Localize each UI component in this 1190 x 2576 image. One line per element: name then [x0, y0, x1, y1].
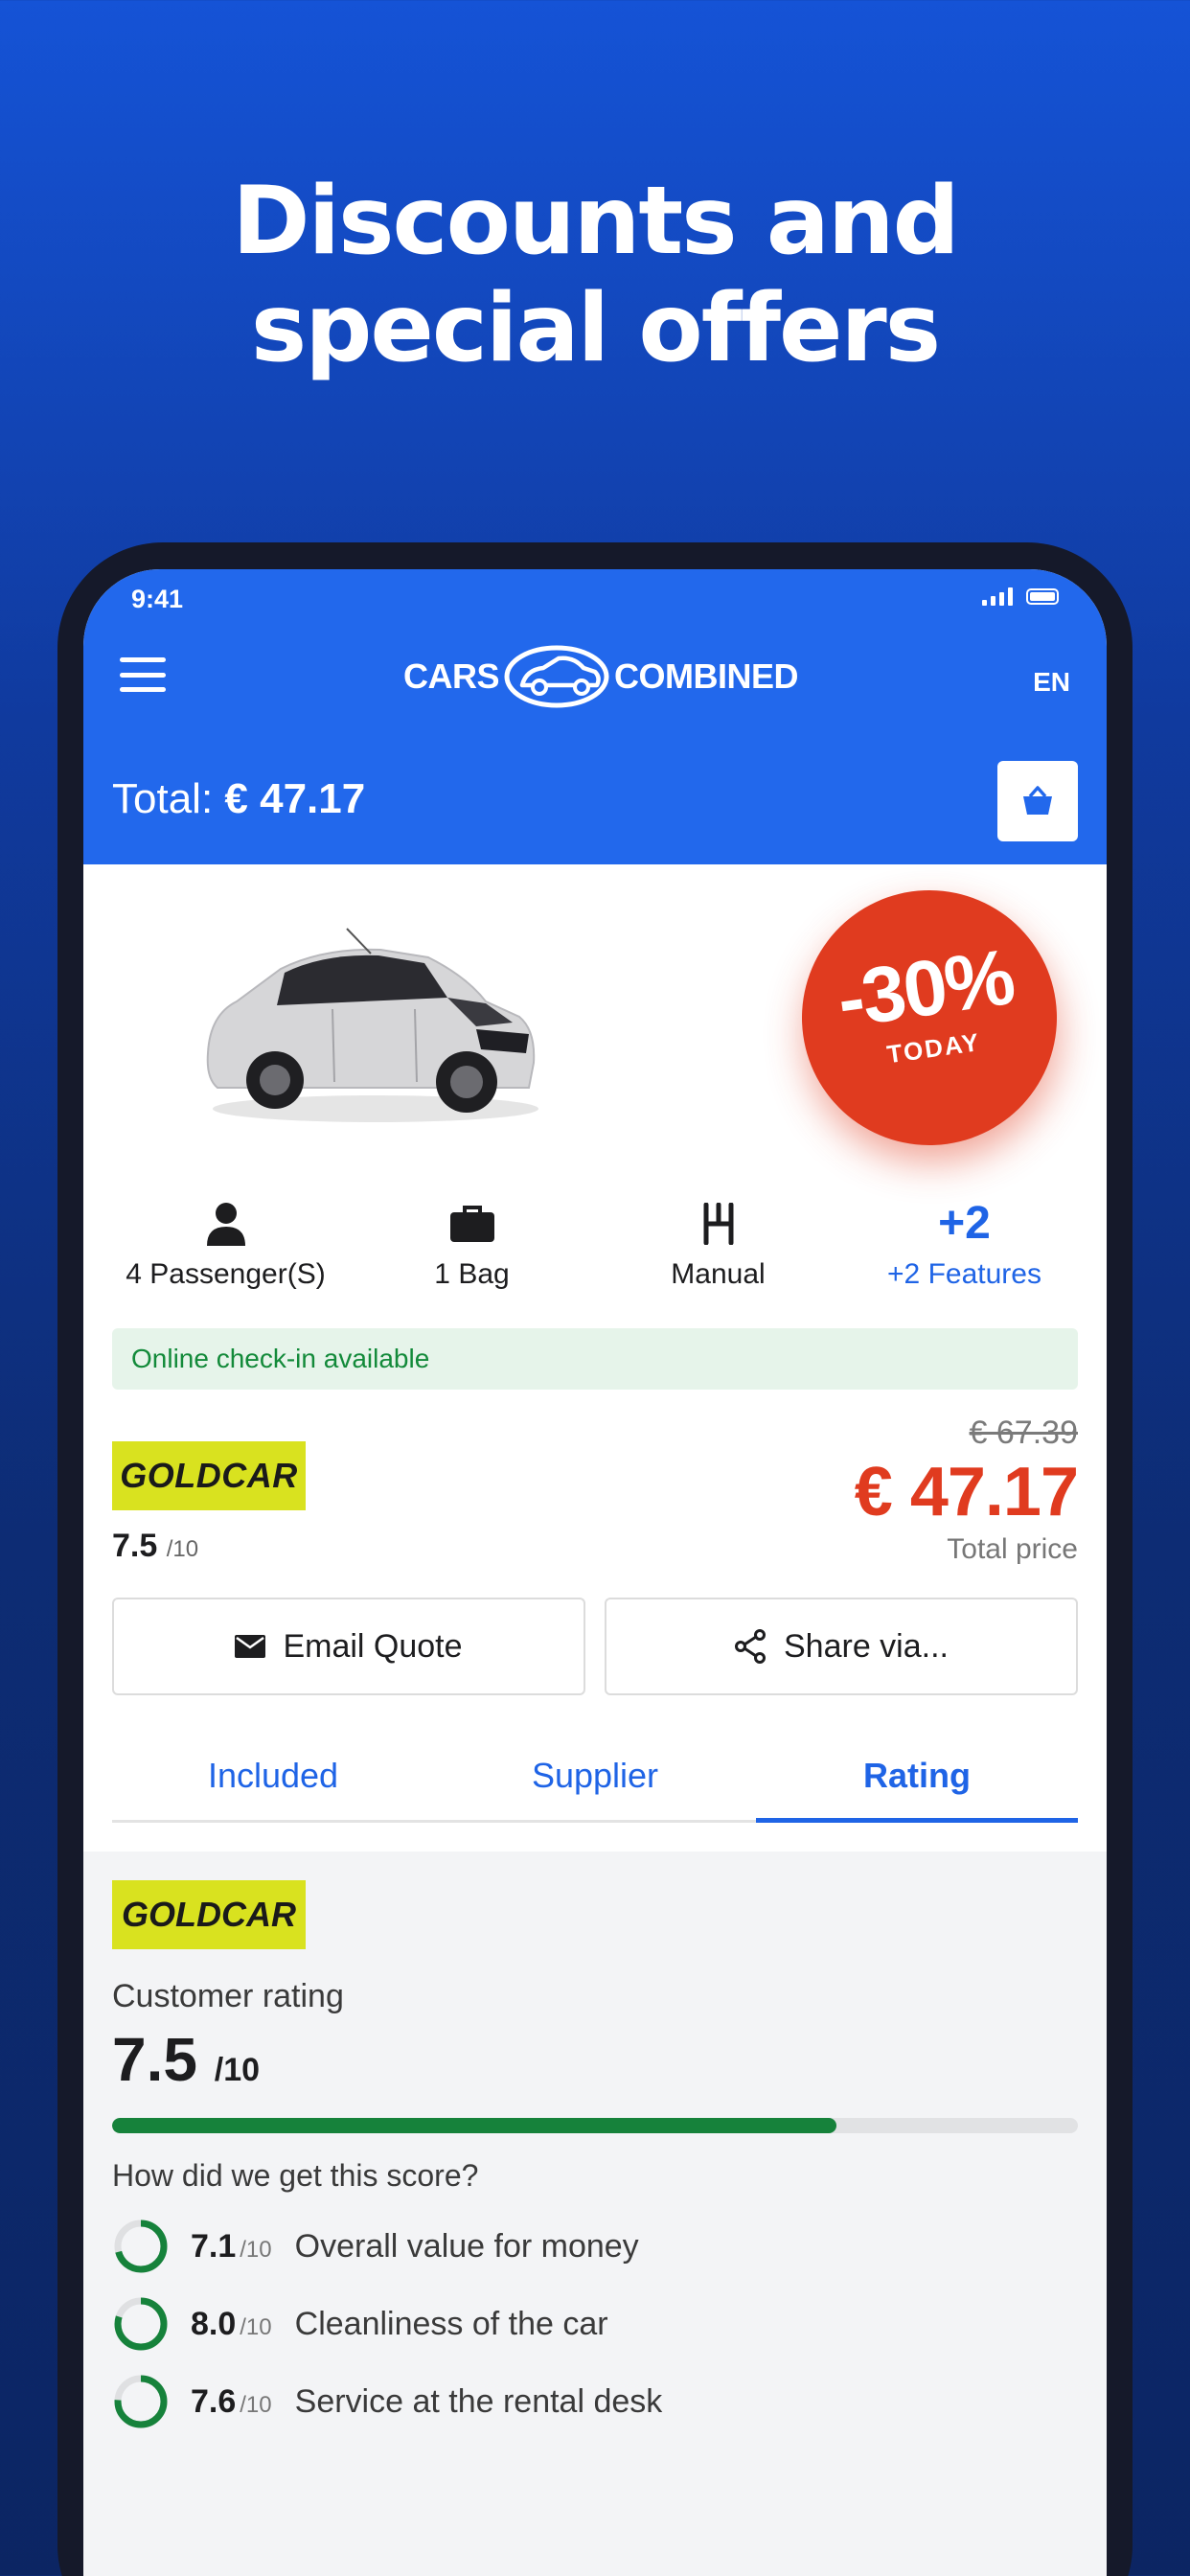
rating-score-max: /10: [214, 2052, 261, 2088]
more-features-count: +2: [938, 1198, 991, 1249]
car-logo-icon: [504, 645, 609, 708]
car-image: [206, 928, 538, 1122]
rating-item: 7.6/10 Service at the rental desk: [112, 2373, 1078, 2430]
rating-item-label: Overall value for money: [294, 2227, 639, 2265]
rating-item-score: 8.0/10: [191, 2305, 272, 2342]
share-label: Share via...: [784, 1627, 949, 1665]
battery-icon: [1026, 587, 1059, 605]
supplier-score: 7.5 /10: [112, 1528, 198, 1565]
share-icon: [735, 1629, 766, 1664]
basket-icon: [1023, 786, 1052, 815]
logo-text-right: COMBINED: [614, 656, 799, 696]
person-icon: [206, 1203, 245, 1246]
car-features: 4 Passenger(S) 1 Bag Manual +2 +2 Featur…: [103, 1197, 1087, 1291]
rating-item: 8.0/10 Cleanliness of the car: [112, 2295, 1078, 2353]
rating-panel: GOLDCAR Customer rating 7.5 /10 How did …: [83, 1852, 1107, 2576]
supplier-logo: GOLDCAR: [112, 1441, 306, 1510]
total-summary: Total: € 47.17: [112, 775, 365, 823]
feature-label: Manual: [671, 1258, 766, 1290]
app-header: 9:41 CARS COMBINED EN Total: € 47.17: [83, 569, 1107, 864]
bag-icon: [449, 1206, 494, 1242]
feature-passengers: 4 Passenger(S): [103, 1197, 349, 1291]
menu-icon[interactable]: [120, 657, 166, 692]
feature-label: 4 Passenger(S): [126, 1258, 326, 1290]
language-selector[interactable]: EN: [1033, 667, 1070, 698]
headline: Discounts and special offers: [0, 168, 1190, 382]
email-quote-button[interactable]: Email Quote: [112, 1598, 585, 1695]
phone-screen: 9:41 CARS COMBINED EN Total: € 47.17 -30…: [83, 569, 1107, 2576]
email-quote-label: Email Quote: [283, 1627, 463, 1665]
gearshift-icon: [703, 1203, 733, 1245]
share-button[interactable]: Share via...: [605, 1598, 1078, 1695]
rating-bar: [112, 2118, 1078, 2133]
feature-more[interactable]: +2 +2 Features: [841, 1197, 1087, 1291]
logo-text-left: CARS: [403, 656, 500, 696]
checkin-notice: Online check-in available: [112, 1328, 1078, 1390]
tab-supplier[interactable]: Supplier: [434, 1746, 756, 1820]
feature-transmission: Manual: [595, 1197, 841, 1291]
status-icons: [982, 586, 1059, 606]
old-price: € 67.39: [969, 1414, 1078, 1451]
basket-button[interactable]: [997, 761, 1078, 841]
headline-line-2: special offers: [250, 274, 941, 383]
rating-score: 7.5 /10: [112, 2024, 260, 2095]
price: € 47.17: [854, 1454, 1079, 1530]
more-features-link[interactable]: +2 Features: [841, 1258, 1087, 1291]
tab-included[interactable]: Included: [112, 1746, 434, 1820]
signal-icon: [982, 586, 1013, 606]
total-label: Total:: [112, 775, 214, 822]
rating-question: How did we get this score?: [112, 2158, 479, 2193]
rating-breakdown: 7.1/10 Overall value for money 8.0/10 Cl…: [112, 2218, 1078, 2450]
feature-bags: 1 Bag: [349, 1197, 595, 1291]
tab-rating[interactable]: Rating: [756, 1746, 1078, 1823]
supplier-score-max: /10: [166, 1536, 199, 1562]
headline-line-1: Discounts and: [232, 167, 960, 276]
rating-supplier-logo: GOLDCAR: [112, 1880, 306, 1949]
brand-logo[interactable]: CARS COMBINED: [403, 641, 799, 712]
mail-icon: [235, 1635, 266, 1658]
score-ring-icon: [114, 2375, 168, 2428]
score-ring-icon: [114, 2220, 168, 2273]
feature-label: 1 Bag: [434, 1258, 510, 1290]
total-value: € 47.17: [224, 775, 366, 822]
price-label: Total price: [947, 1533, 1078, 1565]
rating-bar-fill: [112, 2118, 836, 2133]
rating-item-score: 7.6/10: [191, 2382, 272, 2420]
rating-item-label: Cleanliness of the car: [294, 2305, 608, 2342]
discount-badge: -30% TODAY: [785, 873, 1074, 1162]
supplier-score-value: 7.5: [112, 1528, 158, 1564]
rating-item-label: Service at the rental desk: [294, 2382, 663, 2420]
score-ring-icon: [114, 2297, 168, 2351]
rating-score-value: 7.5: [112, 2025, 197, 2094]
status-time: 9:41: [131, 585, 184, 613]
rating-item: 7.1/10 Overall value for money: [112, 2218, 1078, 2275]
rating-item-score: 7.1/10: [191, 2227, 272, 2265]
detail-tabs: Included Supplier Rating: [112, 1746, 1078, 1823]
rating-title: Customer rating: [112, 1978, 344, 2014]
